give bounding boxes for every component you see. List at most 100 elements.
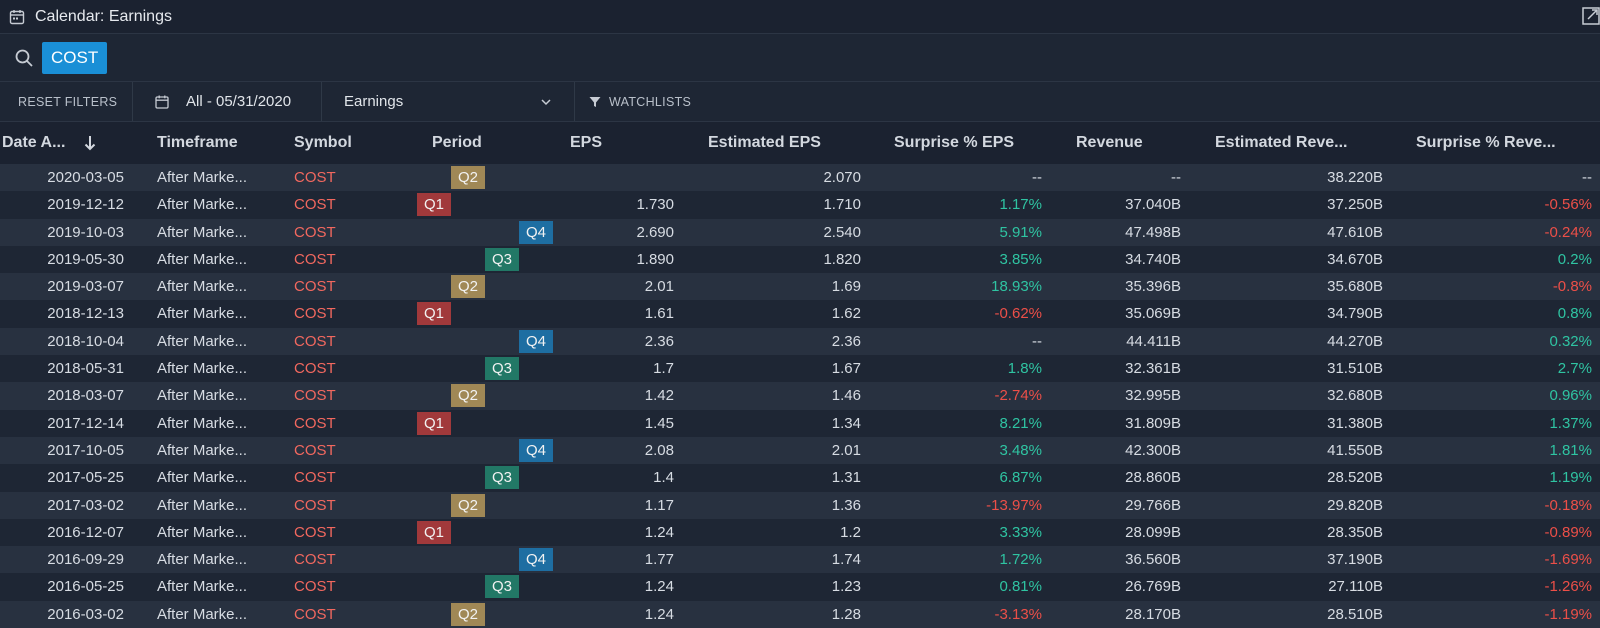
table-header: Date A... Timeframe Symbol Period EPS Es… — [0, 122, 1600, 164]
period-badge: Q1 — [417, 193, 451, 217]
table-row[interactable]: 2019-10-03 After Marke... COST 2.690 2.540 5.… — [0, 218, 1600, 246]
date-cell: 2016-12-07 — [47, 523, 124, 541]
revenue-cell: 35.069B — [1125, 305, 1181, 323]
reset-filters-button[interactable]: RESET FILTERS — [0, 82, 133, 121]
col-header-eps[interactable]: EPS — [570, 122, 602, 164]
surprise-revenue-cell: -0.89% — [1544, 523, 1592, 541]
table-row[interactable]: 2017-12-14 After Marke... COST 1.45 1.34 8.21… — [0, 409, 1600, 437]
revenue-cell: 26.769B — [1125, 578, 1181, 596]
table-row[interactable]: 2018-10-04 After Marke... COST 2.36 2.36 -- 44… — [0, 327, 1600, 356]
date-cell: 2018-10-04 — [47, 332, 124, 350]
symbol-search-bar[interactable]: COST — [0, 34, 1600, 82]
table-row[interactable]: 2019-12-12 After Marke... COST 1.730 1.710 1.… — [0, 191, 1600, 219]
col-header-estimated-eps[interactable]: Estimated EPS — [708, 122, 821, 164]
surprise-revenue-cell: -0.24% — [1544, 223, 1592, 241]
watchlists-button[interactable]: WATCHLISTS — [575, 82, 691, 121]
revenue-cell: 31.809B — [1125, 414, 1181, 432]
table-row[interactable]: 2018-05-31 After Marke... COST 1.7 1.67 1.8% 3… — [0, 355, 1600, 383]
surprise-eps-cell: -3.13% — [994, 605, 1042, 623]
date-cell: 2017-03-02 — [47, 496, 124, 514]
surprise-eps-cell: 1.8% — [1007, 360, 1042, 378]
timeframe-cell: After Marke... — [157, 360, 248, 378]
eps-cell: 1.24 — [644, 605, 674, 623]
symbol-chip[interactable]: COST — [42, 41, 108, 74]
estimated-revenue-cell: 28.510B — [1327, 605, 1383, 623]
estimated-eps-cell: 1.67 — [831, 360, 861, 378]
estimated-eps-cell: 1.28 — [831, 605, 861, 623]
col-header-date[interactable]: Date A... — [2, 122, 65, 164]
symbol-cell: COST — [294, 223, 336, 241]
revenue-cell: 37.040B — [1125, 196, 1181, 214]
col-header-revenue[interactable]: Revenue — [1076, 122, 1143, 164]
timeframe-cell: After Marke... — [157, 496, 248, 514]
col-header-surprise-eps[interactable]: Surprise % EPS — [894, 122, 1014, 164]
date-cell: 2017-12-14 — [47, 414, 124, 432]
window-title: Calendar: Earnings — [35, 7, 172, 25]
table-row[interactable]: 2020-03-05 After Marke... COST 2.070 -- -- 38.… — [0, 164, 1600, 192]
eps-cell: 2.36 — [644, 332, 674, 350]
surprise-eps-cell: 18.93% — [991, 278, 1042, 296]
surprise-revenue-cell: 1.19% — [1549, 469, 1592, 487]
eps-cell: 1.77 — [644, 551, 674, 569]
eps-cell: 1.61 — [644, 305, 674, 323]
revenue-cell: 36.560B — [1125, 551, 1181, 569]
timeframe-cell: After Marke... — [157, 551, 248, 569]
table-row[interactable]: 2018-12-13 After Marke... COST 1.61 1.62 -0.6… — [0, 300, 1600, 328]
surprise-eps-cell: 1.17% — [999, 196, 1042, 214]
eps-cell: 2.08 — [644, 441, 674, 459]
sort-desc-icon[interactable] — [83, 135, 97, 151]
surprise-revenue-cell: -0.56% — [1544, 196, 1592, 214]
event-type-dropdown[interactable]: Earnings — [322, 82, 575, 121]
period-badge: Q2 — [451, 602, 485, 626]
estimated-eps-cell: 1.69 — [831, 278, 861, 296]
col-header-timeframe[interactable]: Timeframe — [157, 122, 238, 164]
table-row[interactable]: 2016-03-02 After Marke... COST 1.24 1.28 -3.1… — [0, 600, 1600, 628]
symbol-cell: COST — [294, 169, 336, 186]
estimated-eps-cell: 2.540 — [823, 223, 861, 241]
date-cell: 2016-05-25 — [47, 578, 124, 596]
col-header-surprise-revenue[interactable]: Surprise % Reve... — [1416, 122, 1556, 164]
table-row[interactable]: 2018-03-07 After Marke... COST 1.42 1.46 -2.7… — [0, 382, 1600, 410]
date-cell: 2018-05-31 — [47, 360, 124, 378]
table-row[interactable]: 2016-09-29 After Marke... COST 1.77 1.74 1.72… — [0, 546, 1600, 574]
col-header-symbol[interactable]: Symbol — [294, 122, 352, 164]
table-row[interactable]: 2017-03-02 After Marke... COST 1.17 1.36 -13.… — [0, 491, 1600, 519]
estimated-eps-cell: 2.36 — [831, 332, 861, 350]
surprise-eps-cell: 5.91% — [999, 223, 1042, 241]
search-icon[interactable] — [14, 48, 34, 68]
table-row[interactable]: 2019-05-30 After Marke... COST 1.890 1.820 3.… — [0, 245, 1600, 274]
col-header-estimated-revenue[interactable]: Estimated Reve... — [1215, 122, 1348, 164]
period-badge: Q2 — [451, 275, 485, 299]
period-badge: Q3 — [485, 575, 519, 599]
period-badge: Q2 — [451, 493, 485, 517]
table-row[interactable]: 2016-12-07 After Marke... COST 1.24 1.2 3.33%… — [0, 518, 1600, 547]
estimated-revenue-cell: 28.520B — [1327, 469, 1383, 487]
surprise-revenue-cell: 0.8% — [1557, 305, 1592, 323]
table-row[interactable]: 2017-10-05 After Marke... COST 2.08 2.01 3.48… — [0, 436, 1600, 465]
surprise-revenue-cell: 2.7% — [1557, 360, 1592, 378]
eps-cell: 1.24 — [644, 578, 674, 596]
symbol-cell: COST — [294, 196, 336, 214]
revenue-cell: 47.498B — [1125, 223, 1181, 241]
eps-cell — [560, 164, 674, 191]
col-header-period[interactable]: Period — [432, 122, 482, 164]
estimated-revenue-cell: 34.790B — [1327, 305, 1383, 323]
table-row[interactable]: 2016-05-25 After Marke... COST 1.24 1.23 0.81… — [0, 573, 1600, 601]
table-row[interactable]: 2019-03-07 After Marke... COST 2.01 1.69 18.9… — [0, 273, 1600, 301]
date-cell: 2016-03-02 — [47, 605, 124, 623]
estimated-eps-cell: 1.31 — [831, 469, 861, 487]
date-range-picker[interactable]: All - 05/31/2020 — [133, 82, 322, 121]
symbol-cell: COST — [294, 469, 336, 487]
table-row[interactable]: 2017-05-25 After Marke... COST 1.4 1.31 6.87%… — [0, 464, 1600, 492]
eps-cell: 1.4 — [653, 469, 674, 487]
estimated-eps-cell: 1.23 — [831, 578, 861, 596]
event-type-value: Earnings — [344, 93, 404, 110]
estimated-revenue-cell: 37.190B — [1327, 551, 1383, 569]
revenue-cell: 44.411B — [1126, 332, 1181, 350]
revenue-cell: 35.396B — [1125, 278, 1181, 296]
estimated-eps-cell: 1.74 — [831, 551, 861, 569]
filter-bar: RESET FILTERS All - 05/31/2020 Earnings … — [0, 82, 1600, 122]
estimated-revenue-cell: 27.110B — [1328, 578, 1383, 596]
popout-icon[interactable] — [1582, 7, 1600, 25]
estimated-revenue-cell: 35.680B — [1327, 278, 1383, 296]
